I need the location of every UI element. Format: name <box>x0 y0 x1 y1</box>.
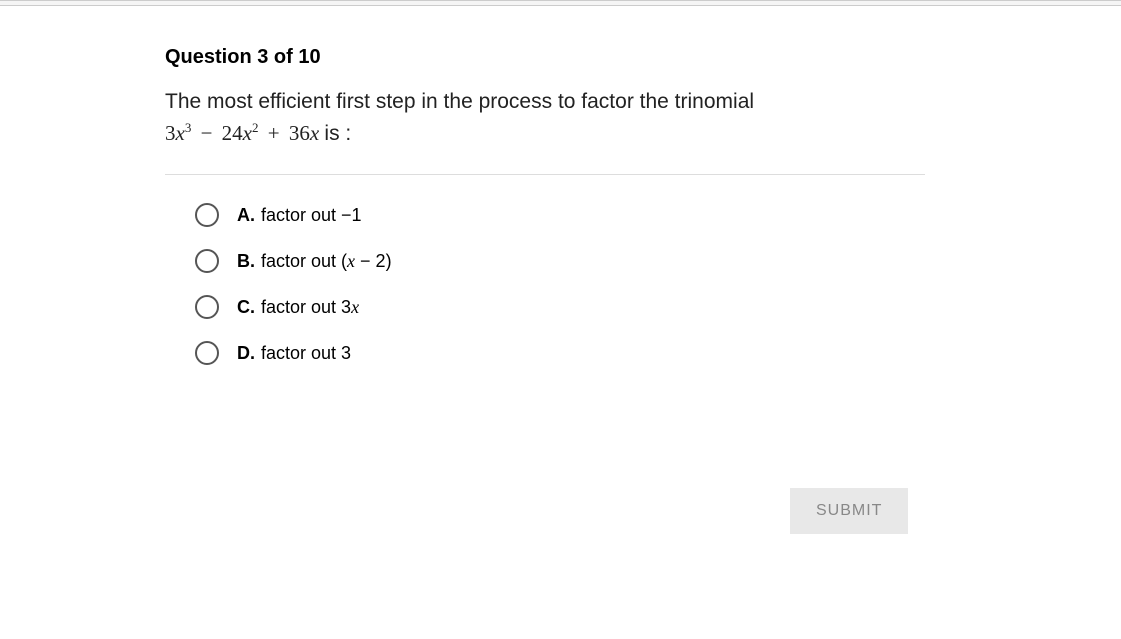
coef1: 3 <box>165 121 176 145</box>
divider <box>165 174 925 175</box>
option-prefix: factor out 3 <box>261 297 351 317</box>
question-content: Question 3 of 10 The most efficient firs… <box>0 6 920 365</box>
option-letter: A. <box>237 205 255 225</box>
option-letter: C. <box>237 297 255 317</box>
option-letter: D. <box>237 343 255 363</box>
exp1: 3 <box>185 120 192 135</box>
option-c[interactable]: C. factor out 3x <box>195 295 920 319</box>
option-suffix: − 2) <box>355 251 392 271</box>
var1: x <box>176 121 185 145</box>
op-minus: − <box>201 121 213 145</box>
exp2: 2 <box>252 120 259 135</box>
coef3: 36 <box>289 121 310 145</box>
question-header: Question 3 of 10 <box>165 46 920 69</box>
option-prefix: factor out ( <box>261 251 347 271</box>
option-b[interactable]: B. factor out (x − 2) <box>195 249 920 273</box>
option-d-label: D. factor out 3 <box>237 343 351 364</box>
option-var: x <box>347 251 355 271</box>
option-c-label: C. factor out 3x <box>237 297 359 318</box>
op-plus: + <box>268 121 280 145</box>
option-a-label: A. factor out −1 <box>237 205 362 226</box>
option-text: factor out 3 <box>261 343 351 363</box>
options-list: A.factor out −1 B.factor out (x − 2) C.f… <box>165 203 920 365</box>
question-expression-line: 3x3 − 24x2 + 36x is : <box>165 120 920 146</box>
radio-icon <box>195 249 219 273</box>
radio-icon <box>195 203 219 227</box>
question-text: The most efficient first step in the pro… <box>165 87 920 116</box>
var2: x <box>243 121 252 145</box>
radio-icon <box>195 341 219 365</box>
var3: x <box>310 121 319 145</box>
submit-container: SUBMIT <box>790 488 908 534</box>
option-letter: B. <box>237 251 255 271</box>
option-a[interactable]: A. factor out −1 <box>195 203 920 227</box>
coef2: 24 <box>222 121 243 145</box>
option-text: factor out −1 <box>261 205 362 225</box>
math-expression: 3x3 − 24x2 + 36x <box>165 121 324 145</box>
expression-suffix: is : <box>324 122 351 145</box>
submit-button[interactable]: SUBMIT <box>790 488 908 534</box>
radio-icon <box>195 295 219 319</box>
option-d[interactable]: D. factor out 3 <box>195 341 920 365</box>
option-var: x <box>351 297 359 317</box>
option-b-label: B. factor out (x − 2) <box>237 251 392 272</box>
